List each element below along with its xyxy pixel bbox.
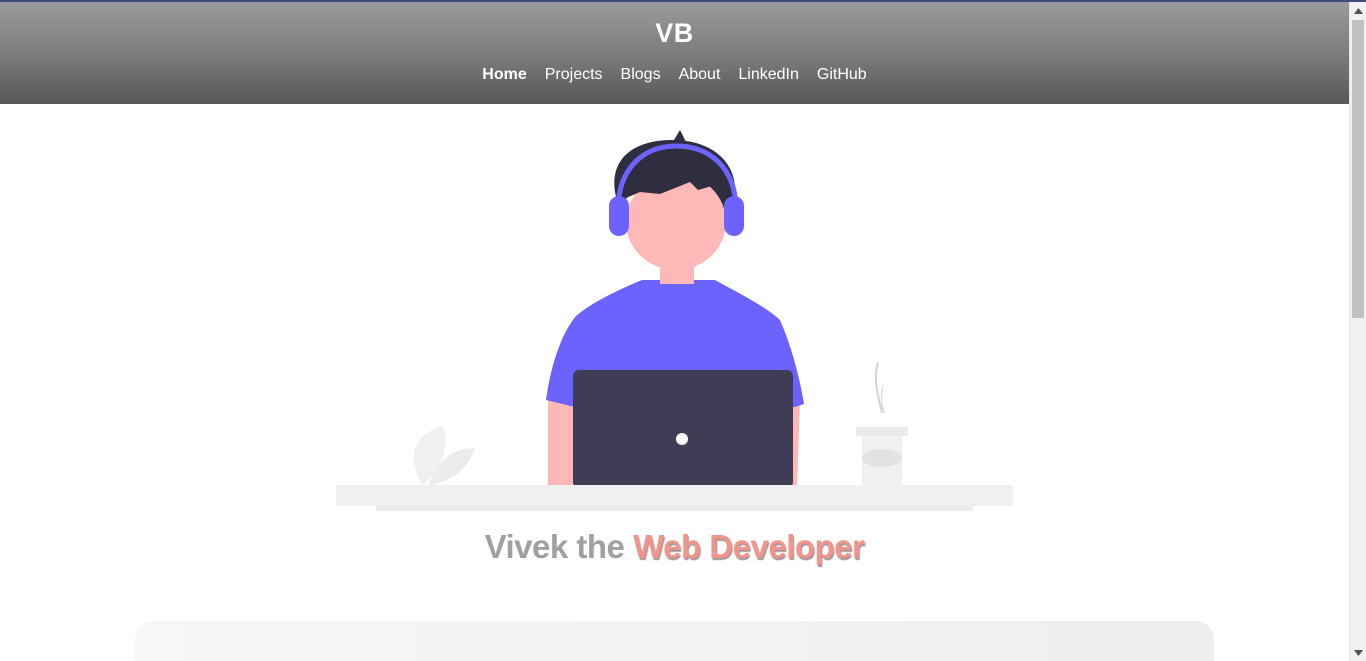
nav-home[interactable]: Home [482,66,526,84]
vertical-scrollbar[interactable] [1349,2,1366,661]
scroll-thumb[interactable] [1352,20,1364,318]
headline-highlight: Web Developer [633,528,865,565]
site-header: VB Home Projects Blogs About LinkedIn Gi… [0,2,1349,104]
hero-illustration [336,130,1013,511]
coffee-cup-icon [856,361,908,488]
nav-about[interactable]: About [679,66,721,84]
desk [336,485,1013,511]
scroll-up-icon[interactable] [1350,2,1366,19]
site-logo[interactable]: VB [0,18,1349,49]
headline-prefix: Vivek the [484,528,625,565]
content-card [135,621,1214,661]
hero-headline: Vivek the Web Developer [0,528,1349,566]
laptop-icon [573,370,793,488]
nav-linkedin[interactable]: LinkedIn [738,66,799,84]
nav-blogs[interactable]: Blogs [621,66,661,84]
plant-icon [413,426,475,486]
nav-projects[interactable]: Projects [545,66,603,84]
nav-github[interactable]: GitHub [817,66,867,84]
main-nav: Home Projects Blogs About LinkedIn GitHu… [0,66,1349,84]
scroll-down-icon[interactable] [1350,644,1366,661]
